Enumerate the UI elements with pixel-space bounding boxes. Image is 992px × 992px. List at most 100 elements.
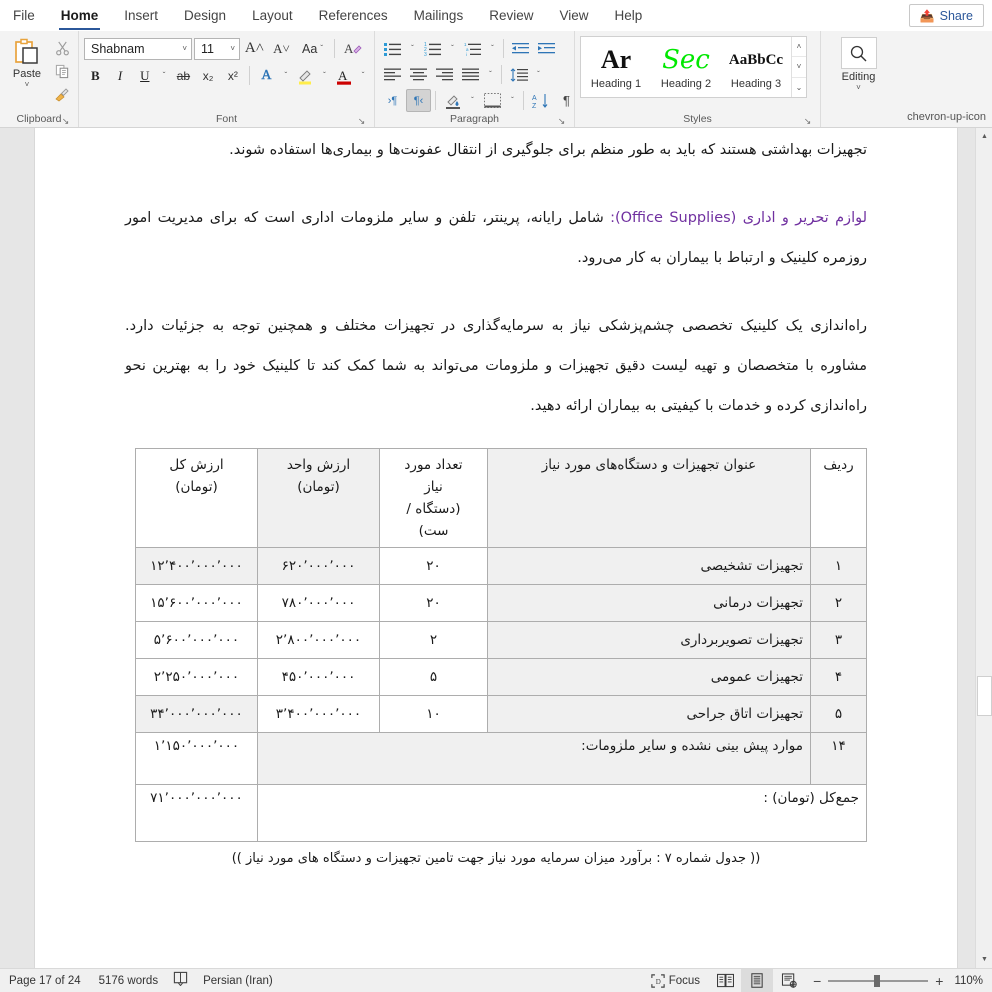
cell-unit: ۶۲۰٬۰۰۰٬۰۰۰ bbox=[257, 547, 380, 585]
header-count: تعداد مورد نیاز (دستگاه / ست) bbox=[379, 448, 488, 548]
rtl-text-direction-button[interactable]: ¶‹ bbox=[406, 89, 431, 112]
ribbon-group-font: Shabnam ˅ 11 ˅ A˄ A˅ Aa ˇ A B I U ˇ ab x… bbox=[78, 31, 374, 127]
ltr-text-direction-button[interactable]: ›¶ bbox=[380, 89, 405, 112]
shading-button[interactable] bbox=[440, 89, 465, 112]
bullets-button[interactable] bbox=[380, 37, 405, 60]
tab-help[interactable]: Help bbox=[602, 1, 656, 31]
font-color-dropdown[interactable]: ˇ bbox=[357, 64, 369, 87]
shrink-font-button[interactable]: A˅ bbox=[269, 37, 294, 60]
underline-button[interactable]: U bbox=[133, 64, 156, 87]
tab-home[interactable]: Home bbox=[48, 1, 112, 31]
zoom-out-button[interactable]: − bbox=[813, 974, 821, 988]
svg-text:3: 3 bbox=[424, 52, 427, 56]
font-dialog-launcher[interactable]: ↘ bbox=[356, 116, 367, 127]
borders-dropdown[interactable]: ˇ bbox=[506, 89, 519, 112]
clipboard-dialog-launcher[interactable]: ↘ bbox=[60, 116, 71, 127]
bullets-dropdown[interactable]: ˇ bbox=[406, 37, 419, 60]
bold-button[interactable]: B bbox=[84, 64, 107, 87]
zoom-in-button[interactable]: + bbox=[935, 974, 943, 988]
highlight-dropdown[interactable]: ˇ bbox=[318, 64, 330, 87]
tab-file[interactable]: File bbox=[0, 1, 48, 31]
read-mode-button[interactable] bbox=[709, 969, 741, 992]
vertical-scrollbar[interactable]: ▲ ▼ bbox=[975, 128, 992, 968]
share-button[interactable]: 📤 Share bbox=[908, 4, 984, 27]
scrollbar-thumb[interactable] bbox=[977, 676, 992, 716]
superscript-button[interactable]: x² bbox=[222, 64, 245, 87]
underline-dropdown[interactable]: ˇ bbox=[158, 64, 170, 87]
tab-insert[interactable]: Insert bbox=[111, 1, 171, 31]
highlight-button[interactable] bbox=[294, 64, 317, 87]
clear-formatting-button[interactable]: A bbox=[340, 37, 365, 60]
paragraph-dialog-launcher[interactable]: ↘ bbox=[556, 116, 567, 127]
read-mode-icon bbox=[716, 973, 734, 988]
change-case-button[interactable]: Aa ˇ bbox=[296, 37, 329, 60]
line-spacing-dropdown[interactable]: ˇ bbox=[532, 63, 545, 86]
subscript-button[interactable]: x₂ bbox=[197, 64, 220, 87]
tab-view[interactable]: View bbox=[546, 1, 601, 31]
word-count-status[interactable]: 5176 words bbox=[90, 969, 167, 992]
web-layout-button[interactable] bbox=[773, 969, 805, 992]
cell-count: ۲۰ bbox=[379, 584, 488, 622]
cell-count: ۱۰ bbox=[379, 695, 488, 733]
justify-dropdown[interactable]: ˇ bbox=[484, 63, 497, 86]
text-effects-button[interactable]: A bbox=[255, 64, 278, 87]
copy-button[interactable] bbox=[51, 61, 73, 81]
font-name-combo[interactable]: Shabnam ˅ bbox=[84, 37, 192, 60]
equipment-table[interactable]: ردیف عنوان تجهیزات و دستگاه‌های مورد نیا… bbox=[135, 448, 867, 842]
line-spacing-button[interactable] bbox=[506, 63, 531, 86]
style-heading-2[interactable]: Sec Heading 2 bbox=[651, 37, 721, 97]
document-content[interactable]: تجهیزات بهداشتی هستند که باید به طور منظ… bbox=[125, 130, 867, 866]
paste-button[interactable]: Paste ˅ bbox=[5, 34, 49, 104]
styles-scroll-up[interactable]: ˄ bbox=[792, 37, 806, 58]
decrease-indent-button[interactable] bbox=[508, 37, 533, 60]
zoom-slider[interactable] bbox=[828, 974, 929, 988]
print-layout-button[interactable] bbox=[741, 968, 774, 992]
underline-icon: U bbox=[140, 67, 150, 83]
align-center-button[interactable] bbox=[406, 63, 431, 86]
tab-references[interactable]: References bbox=[306, 1, 401, 31]
styles-scroll-down[interactable]: ˅ bbox=[792, 57, 806, 78]
tab-review[interactable]: Review bbox=[476, 1, 546, 31]
styles-dialog-launcher[interactable]: ↘ bbox=[802, 116, 813, 127]
justify-button[interactable] bbox=[458, 63, 483, 86]
proofing-status-button[interactable] bbox=[167, 969, 194, 992]
font-size-combo[interactable]: 11 ˅ bbox=[194, 37, 240, 60]
style-heading-1[interactable]: Ar Heading 1 bbox=[581, 37, 651, 97]
numbering-dropdown[interactable]: ˇ bbox=[446, 37, 459, 60]
grow-font-button[interactable]: A˄ bbox=[242, 37, 267, 60]
cell-radif: ۵ bbox=[810, 695, 867, 733]
shading-dropdown[interactable]: ˇ bbox=[466, 89, 479, 112]
align-left-button[interactable] bbox=[380, 63, 405, 86]
numbering-button[interactable]: 1 2 3 bbox=[420, 37, 445, 60]
tab-layout[interactable]: Layout bbox=[239, 1, 306, 31]
styles-more-button[interactable]: ⌄ bbox=[792, 78, 806, 97]
style-heading-3[interactable]: AaBbCc Heading 3 bbox=[721, 37, 791, 97]
document-page[interactable]: تجهیزات بهداشتی هستند که باید به طور منظ… bbox=[35, 128, 957, 968]
page-number-status[interactable]: Page 17 of 24 bbox=[0, 969, 90, 992]
scroll-up-button[interactable]: ▲ bbox=[976, 128, 992, 145]
italic-button[interactable]: I bbox=[109, 64, 132, 87]
editing-button[interactable]: Editing ˅ bbox=[826, 34, 891, 92]
cut-button[interactable] bbox=[51, 38, 73, 58]
collapse-ribbon-button[interactable]: chevron-up-icon bbox=[907, 111, 986, 123]
zoom-slider-thumb[interactable] bbox=[874, 974, 881, 987]
strikethrough-button[interactable]: ab bbox=[172, 64, 195, 87]
document-canvas[interactable]: تجهیزات بهداشتی هستند که باید به طور منظ… bbox=[0, 128, 992, 968]
header-unit-value: ارزش واحد (تومان) bbox=[257, 448, 380, 548]
tab-design[interactable]: Design bbox=[171, 1, 239, 31]
sort-button[interactable]: A Z bbox=[528, 89, 553, 112]
increase-indent-button[interactable] bbox=[534, 37, 559, 60]
text-effects-dropdown[interactable]: ˇ bbox=[280, 64, 292, 87]
language-status[interactable]: Persian (Iran) bbox=[194, 969, 282, 992]
zoom-level-label[interactable]: 110% bbox=[951, 975, 992, 987]
tab-mailings[interactable]: Mailings bbox=[401, 1, 477, 31]
align-right-button[interactable] bbox=[432, 63, 457, 86]
format-painter-button[interactable] bbox=[51, 84, 73, 104]
multilevel-dropdown[interactable]: ˇ bbox=[486, 37, 499, 60]
bold-icon: B bbox=[91, 67, 100, 83]
borders-button[interactable] bbox=[480, 89, 505, 112]
focus-mode-button[interactable]: D Focus bbox=[642, 969, 709, 992]
scroll-down-button[interactable]: ▼ bbox=[976, 951, 992, 968]
multilevel-list-button[interactable]: 1 a i bbox=[460, 37, 485, 60]
font-color-button[interactable]: A bbox=[332, 64, 355, 87]
